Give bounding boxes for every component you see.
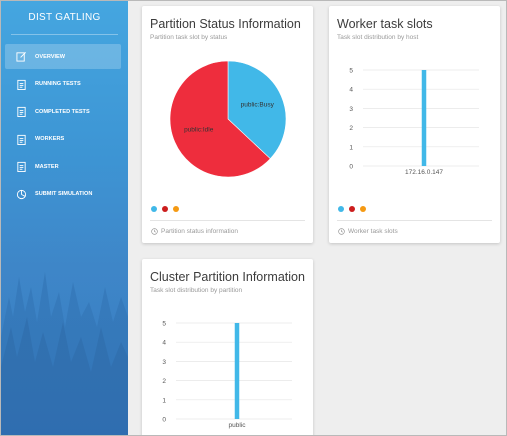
y-tick-label: 3 [162,359,166,366]
sidebar-item-master[interactable]: MASTER [5,154,121,179]
worker-task-slots-card: Worker task slots Task slot distribution… [329,6,500,243]
sidebar-item-overview[interactable]: OVERVIEW [5,44,121,69]
y-tick-label: 1 [162,397,166,404]
sidebar-nav: OVERVIEW RUNNING TESTS COMPLETED TESTS W… [5,44,121,209]
sidebar-item-submit-simulation[interactable]: SUBMIT SIMULATION [5,182,121,207]
card-subtitle: Task slot distribution by partition [150,287,243,294]
card-subtitle: Task slot distribution by host [337,34,419,41]
brand-divider [11,34,118,35]
app-brand: DIST GATLING [28,12,101,23]
legend-dot [151,206,157,212]
chart-legend [151,206,179,212]
bar [234,323,240,419]
y-tick-label: 5 [349,68,353,75]
legend-dot [162,206,168,212]
app-window: DIST GATLING OVERVIEW RUNNING TESTS COMP… [0,0,507,436]
worker-bar-chart: 0 1 2 3 4 5 172.16.0.147 [349,68,479,176]
sidebar-item-label: OVERVIEW [35,53,66,60]
sidebar-item-label: WORKERS [35,136,65,142]
legend-dot [173,206,179,212]
card-title: Cluster Partition Information [150,270,305,284]
y-tick-label: 4 [349,87,353,94]
forest-background [1,217,128,435]
y-tick-label: 2 [349,125,353,132]
main-content: Partition Status Information Partition t… [128,1,506,435]
footer-divider [150,220,305,221]
sidebar-item-label: SUBMIT SIMULATION [35,191,93,197]
pie-chart: public:Busy public:Idle [169,60,287,178]
clipboard-icon [15,78,27,90]
partition-status-card: Partition Status Information Partition t… [142,6,313,243]
edit-icon [15,51,27,63]
pie-label: public:Idle [184,127,214,134]
legend-dot [349,206,355,212]
clipboard-icon [15,133,27,145]
clipboard-icon [15,161,27,173]
y-tick-label: 3 [349,106,353,113]
y-tick-label: 0 [349,164,353,171]
bar [421,70,427,166]
sidebar-item-workers[interactable]: WORKERS [5,127,121,152]
footer-text: Worker task slots [348,228,398,235]
partition-bar-chart: 0 1 2 3 4 5 public [162,321,292,429]
y-tick-label: 1 [349,144,353,151]
sidebar-item-label: RUNNING TESTS [35,81,81,87]
y-tick-label: 0 [162,417,166,424]
sidebar-item-label: MASTER [35,163,59,170]
pie-label: public:Busy [241,101,275,108]
sidebar-item-running-tests[interactable]: RUNNING TESTS [5,72,121,97]
x-tick-label: public [229,422,247,429]
footer-divider [337,220,492,221]
y-tick-label: 5 [162,321,166,328]
card-footer: Worker task slots [338,228,398,235]
legend-dot [338,206,344,212]
card-title: Worker task slots [337,17,433,31]
clipboard-icon [15,106,27,118]
card-title: Partition Status Information [150,17,301,31]
x-tick-label: 172.16.0.147 [405,169,443,176]
card-subtitle: Partition task slot by status [150,34,228,41]
legend-dot [360,206,366,212]
card-footer: Partition status information [151,228,238,235]
clock-icon [338,228,345,235]
pie-chart-icon [15,188,27,200]
cluster-partition-card: Cluster Partition Information Task slot … [142,259,313,435]
sidebar: DIST GATLING OVERVIEW RUNNING TESTS COMP… [1,1,128,435]
clock-icon [151,228,158,235]
y-tick-label: 4 [162,340,166,347]
footer-text: Partition status information [161,228,238,235]
chart-legend [338,206,366,212]
sidebar-item-completed-tests[interactable]: COMPLETED TESTS [5,99,121,124]
sidebar-item-label: COMPLETED TESTS [35,108,90,115]
y-tick-label: 2 [162,378,166,385]
